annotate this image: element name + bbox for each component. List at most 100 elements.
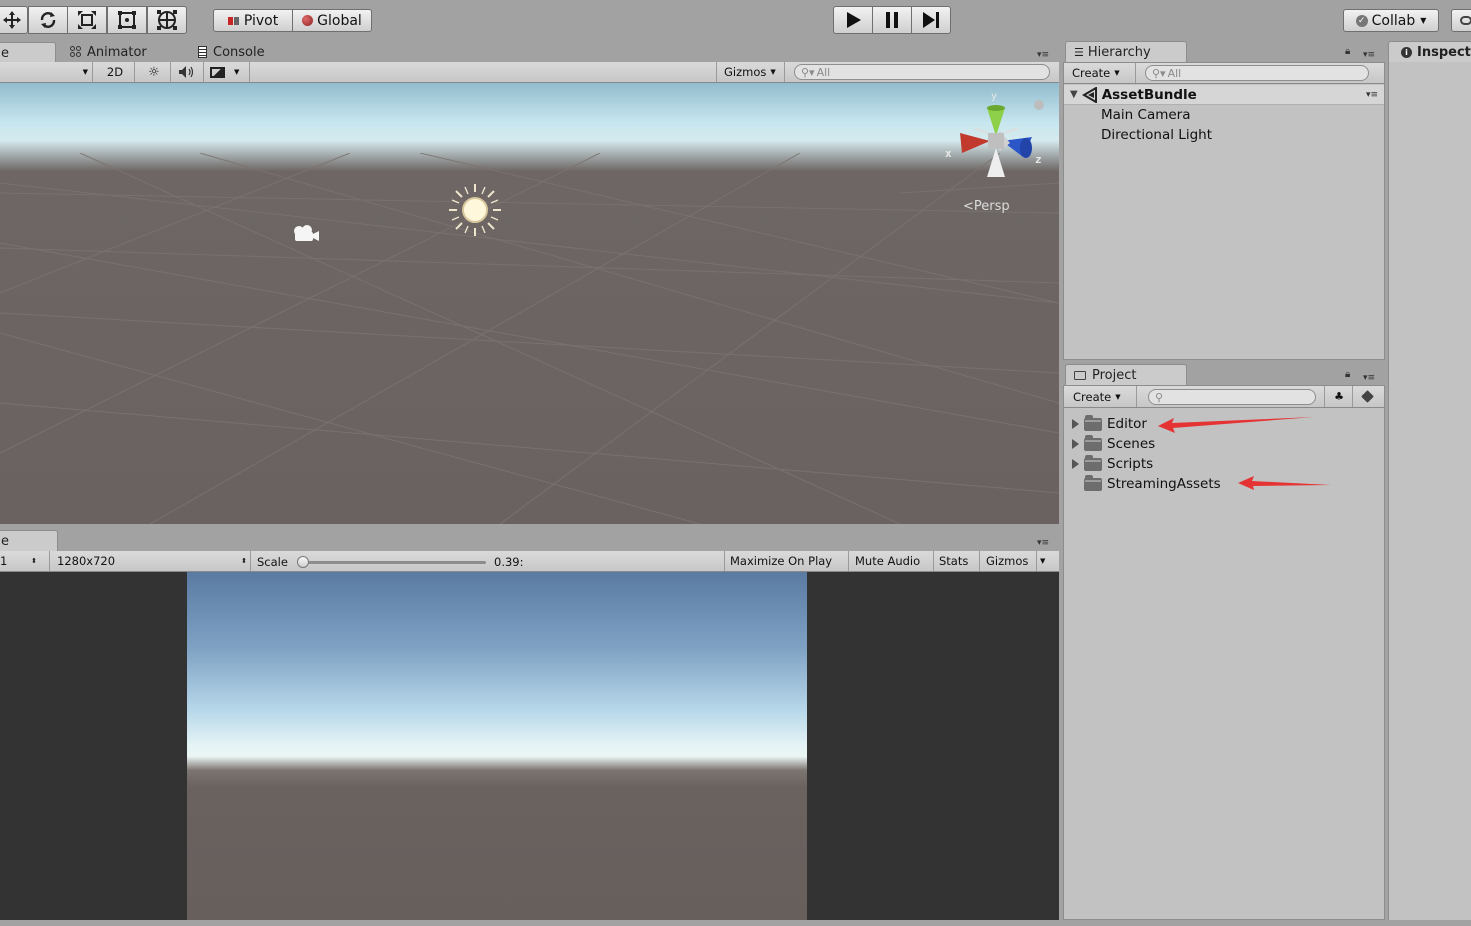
tab-scene[interactable]: e <box>0 42 56 63</box>
cloud-button[interactable] <box>1451 9 1471 32</box>
scene-search-input[interactable]: ⚲▾ All <box>794 64 1050 80</box>
hierarchy-lock-icon[interactable]: 🔒︎ <box>1345 46 1350 57</box>
filter-by-label-button[interactable] <box>1356 386 1378 407</box>
scene-grid <box>0 153 1059 524</box>
folder-tab-icon <box>1074 370 1086 380</box>
project-create-dropdown[interactable]: Create ▼ <box>1073 386 1121 407</box>
scale-value-text: 0.39: <box>494 555 524 569</box>
game-gizmos-toggle[interactable]: Gizmos <box>986 551 1028 571</box>
projection-label: Persp <box>973 199 1010 214</box>
camera-gizmo-icon[interactable] <box>290 223 320 245</box>
resolution-dropdown[interactable]: 1280x720 ⬍ <box>57 551 247 571</box>
hierarchy-create-label: Create <box>1072 66 1111 80</box>
project-folder[interactable]: Scripts <box>1064 454 1384 474</box>
move-icon <box>3 11 21 29</box>
hierarchy-create-dropdown[interactable]: Create ▼ <box>1072 63 1120 83</box>
maximize-on-play-toggle[interactable]: Maximize On Play <box>730 551 832 571</box>
hierarchy-item[interactable]: Main Camera <box>1064 105 1384 125</box>
project-folder[interactable]: Scenes <box>1064 434 1384 454</box>
globe-icon <box>302 15 314 26</box>
console-tab-label: Console <box>213 44 265 60</box>
lighting-toggle[interactable]: ☼ <box>144 62 164 82</box>
rotate-tool-button[interactable] <box>28 6 68 34</box>
audio-toggle[interactable] <box>176 62 198 82</box>
directional-light-icon[interactable] <box>448 183 502 237</box>
step-button[interactable] <box>911 6 951 34</box>
rect-tool-button[interactable] <box>107 6 147 34</box>
pause-icon <box>886 12 898 28</box>
animator-tab-label: Animator <box>87 44 147 60</box>
hierarchy-item-label: Directional Light <box>1101 127 1212 143</box>
step-icon <box>923 12 939 28</box>
mute-audio-toggle[interactable]: Mute Audio <box>855 551 920 571</box>
project-lock-icon[interactable]: 🔒︎ <box>1345 369 1350 380</box>
scene-row[interactable]: ▼ AssetBundle ▾≡ <box>1064 85 1384 105</box>
tab-game[interactable]: e <box>0 530 58 551</box>
game-viewport[interactable] <box>0 572 1059 920</box>
collab-button[interactable]: ✓ Collab ▼ <box>1343 9 1439 32</box>
move-tool-button[interactable] <box>0 6 28 34</box>
project-menu-icon[interactable]: ▾≡ <box>1363 373 1375 383</box>
2d-toggle[interactable]: 2D <box>99 62 131 82</box>
hierarchy-menu-icon[interactable]: ▾≡ <box>1363 50 1375 60</box>
display-dropdown[interactable]: 1 ⬍ <box>0 551 40 571</box>
hierarchy-item[interactable]: Directional Light <box>1064 125 1384 145</box>
project-folder-label: Scripts <box>1107 456 1154 472</box>
panel-menu-icon[interactable]: ▾≡ <box>1037 50 1049 60</box>
tab-animator[interactable]: Animator <box>70 42 147 62</box>
global-button[interactable]: Global <box>292 9 372 32</box>
gizmos-arrow-icon: ▼ <box>770 68 776 76</box>
expand-arrow-icon[interactable] <box>1072 459 1079 469</box>
display-arrow-icon: ⬍ <box>31 557 37 565</box>
mute-label: Mute Audio <box>855 554 921 568</box>
sun-small-icon: ☼ <box>148 64 160 80</box>
collapse-arrow-icon[interactable]: ▼ <box>1070 89 1078 100</box>
hierarchy-search-input[interactable]: ⚲▾ All <box>1145 65 1369 81</box>
gizmo-y-label: y <box>991 91 998 102</box>
scale-icon <box>78 11 96 29</box>
project-folder[interactable]: StreamingAssets <box>1064 474 1384 494</box>
scene-tab-label: e <box>1 45 9 61</box>
resolution-arrow-icon: ⬍ <box>241 557 247 565</box>
scene-menu-icon[interactable]: ▾≡ <box>1366 90 1378 100</box>
tab-inspector[interactable]: i Inspect <box>1388 41 1471 62</box>
scene-gizmos-label: Gizmos <box>724 65 767 79</box>
expand-arrow-icon[interactable] <box>1072 439 1079 449</box>
scene-viewport[interactable]: y x z <Persp <box>0 83 1059 524</box>
pause-button[interactable] <box>872 6 912 34</box>
tab-hierarchy[interactable]: ☰ Hierarchy <box>1065 41 1187 62</box>
tag-icon <box>1360 390 1374 403</box>
project-search-input[interactable]: ⚲ <box>1148 389 1316 405</box>
effects-dropdown[interactable]: ▼ <box>210 62 250 82</box>
hierarchy-item-label: Main Camera <box>1101 107 1191 123</box>
2d-label: 2D <box>106 65 124 79</box>
game-tab-label: e <box>1 533 9 549</box>
game-gizmos-arrow[interactable]: ▼ <box>1040 551 1045 571</box>
orientation-gizmo[interactable] <box>940 93 1050 188</box>
tab-project[interactable]: Project <box>1065 364 1187 385</box>
inspector-body <box>1388 62 1471 920</box>
hierarchy-body: Create ▼ ⚲▾ All ▼ AssetBundle ▾≡ Main Ca… <box>1063 62 1385 360</box>
scale-slider-thumb[interactable] <box>297 556 309 568</box>
pivot-button[interactable]: Pivot <box>213 9 293 32</box>
stats-label: Stats <box>939 554 969 568</box>
dropdown-arrow-icon: ▼ <box>1420 16 1427 25</box>
scene-gizmos-dropdown[interactable]: Gizmos ▼ <box>724 62 776 82</box>
console-icon <box>198 46 207 58</box>
game-panel-menu-icon[interactable]: ▾≡ <box>1037 538 1049 548</box>
shading-mode-dropdown[interactable]: ▼ <box>0 62 92 82</box>
tab-console[interactable]: Console <box>198 42 265 62</box>
transform-tool-button[interactable] <box>147 6 187 34</box>
main-toolbar: Pivot Global ✓ Collab ▼ <box>0 0 1471 40</box>
stats-toggle[interactable]: Stats <box>939 551 968 571</box>
scale-tool-button[interactable] <box>67 6 107 34</box>
scale-slider-track[interactable] <box>300 561 486 564</box>
hierarchy-tab-label: Hierarchy <box>1087 44 1151 60</box>
project-panel: Project 🔒︎ ▾≡ Create ▼ ⚲ ♣ Editor Scenes… <box>1063 363 1385 920</box>
filter-by-type-button[interactable]: ♣ <box>1328 386 1350 407</box>
project-folder-label: Editor <box>1107 416 1147 432</box>
expand-arrow-icon[interactable] <box>1072 419 1079 429</box>
rect-tool-icon <box>118 11 136 29</box>
projection-toggle[interactable]: <Persp <box>963 199 1010 214</box>
play-button[interactable] <box>833 6 873 34</box>
